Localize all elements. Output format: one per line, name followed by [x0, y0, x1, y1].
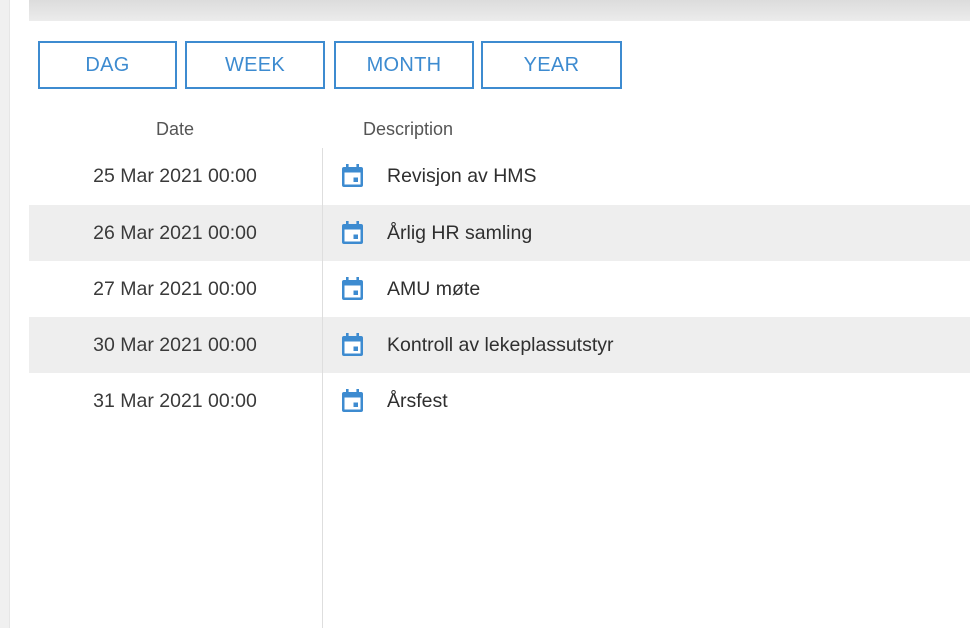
calendar-icon — [342, 333, 363, 356]
calendar-icon — [342, 277, 363, 300]
month-view-button[interactable]: MONTH — [334, 41, 474, 89]
event-row[interactable]: 27 Mar 2021 00:00 AMU møte — [29, 261, 970, 317]
column-divider — [322, 148, 323, 628]
event-date: 31 Mar 2021 00:00 — [93, 390, 257, 412]
day-view-button[interactable]: DAG — [38, 41, 177, 89]
left-sidebar-edge — [0, 0, 10, 628]
event-date: 30 Mar 2021 00:00 — [93, 334, 257, 356]
calendar-icon — [342, 164, 363, 187]
date-column-header: Date — [155, 119, 195, 139]
event-row[interactable]: 30 Mar 2021 00:00 Kontroll av lekeplassu… — [29, 317, 970, 373]
event-date: 25 Mar 2021 00:00 — [93, 165, 257, 187]
event-description[interactable]: Kontroll av lekeplassutstyr — [387, 317, 614, 373]
event-description[interactable]: Revisjon av HMS — [387, 148, 537, 204]
event-description[interactable]: AMU møte — [387, 261, 480, 317]
description-column-header: Description — [363, 119, 454, 139]
event-row[interactable]: 26 Mar 2021 00:00 Årlig HR samling — [29, 205, 970, 261]
event-description[interactable]: Årlig HR samling — [387, 205, 532, 261]
event-row[interactable]: 25 Mar 2021 00:00 Revisjon av HMS — [29, 148, 970, 204]
event-row[interactable]: 31 Mar 2021 00:00 Årsfest — [29, 373, 970, 429]
calendar-icon — [342, 221, 363, 244]
event-date: 26 Mar 2021 00:00 — [93, 222, 257, 244]
year-view-button[interactable]: YEAR — [481, 41, 622, 89]
agenda-panel: DAG WEEK MONTH YEAR Date Description 25 … — [29, 21, 970, 628]
event-description[interactable]: Årsfest — [387, 373, 448, 429]
left-gutter — [10, 0, 29, 628]
week-view-button[interactable]: WEEK — [185, 41, 325, 89]
top-toolbar-shadow — [0, 0, 970, 21]
calendar-icon — [342, 389, 363, 412]
event-date: 27 Mar 2021 00:00 — [93, 278, 257, 300]
